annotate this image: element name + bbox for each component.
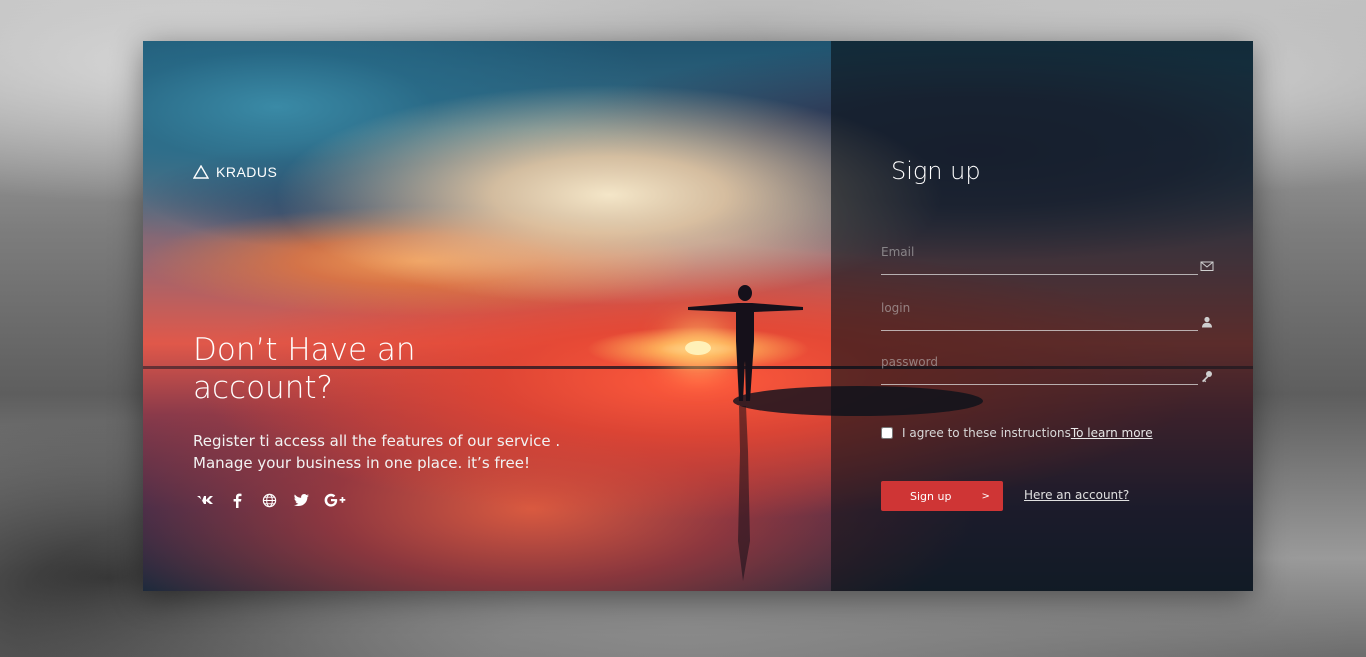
login-field-wrap bbox=[881, 297, 1212, 332]
signup-button-label: Sign up bbox=[910, 489, 952, 503]
hero-subtext-line1: Register ti access all the features of o… bbox=[193, 432, 561, 450]
password-field-wrap bbox=[881, 351, 1212, 386]
agree-row: I agree to these instructions To learn m… bbox=[881, 426, 1153, 440]
brand-name: KRADUS bbox=[216, 164, 278, 180]
brand-logo[interactable]: KRADUS bbox=[193, 164, 277, 180]
social-links bbox=[195, 490, 347, 510]
signup-title: Sign up bbox=[891, 157, 981, 185]
hero-subtext: Register ti access all the features of o… bbox=[193, 430, 633, 474]
learn-more-link[interactable]: To learn more bbox=[1071, 426, 1153, 440]
signup-button[interactable]: Sign up > bbox=[881, 481, 1003, 511]
facebook-icon[interactable] bbox=[227, 490, 247, 510]
user-icon bbox=[1202, 316, 1212, 328]
hero-headline: Don’t Have an account? bbox=[193, 332, 416, 406]
email-field[interactable] bbox=[881, 242, 1198, 276]
email-field-wrap bbox=[881, 241, 1214, 276]
hero-subtext-line2: Manage your business in one place. it’s … bbox=[193, 454, 530, 472]
triangle-logo-icon bbox=[193, 165, 209, 179]
login-field[interactable] bbox=[881, 298, 1198, 332]
person-silhouette bbox=[688, 285, 803, 581]
key-icon bbox=[1202, 371, 1212, 383]
arrow-right-icon: > bbox=[981, 490, 990, 502]
globe-icon[interactable] bbox=[259, 490, 279, 510]
signup-card: KRADUS Don’t Have an account? Register t… bbox=[143, 41, 1253, 591]
envelope-icon bbox=[1200, 261, 1214, 271]
password-field[interactable] bbox=[881, 352, 1198, 386]
signup-panel: Sign up I agree to these instru bbox=[831, 41, 1253, 591]
agree-text: I agree to these instructions bbox=[902, 426, 1071, 440]
twitter-icon[interactable] bbox=[291, 490, 311, 510]
vk-icon[interactable] bbox=[195, 490, 215, 510]
have-account-link[interactable]: Here an account? bbox=[1024, 488, 1129, 502]
agree-checkbox[interactable] bbox=[881, 427, 893, 439]
google-plus-icon[interactable] bbox=[323, 490, 347, 510]
